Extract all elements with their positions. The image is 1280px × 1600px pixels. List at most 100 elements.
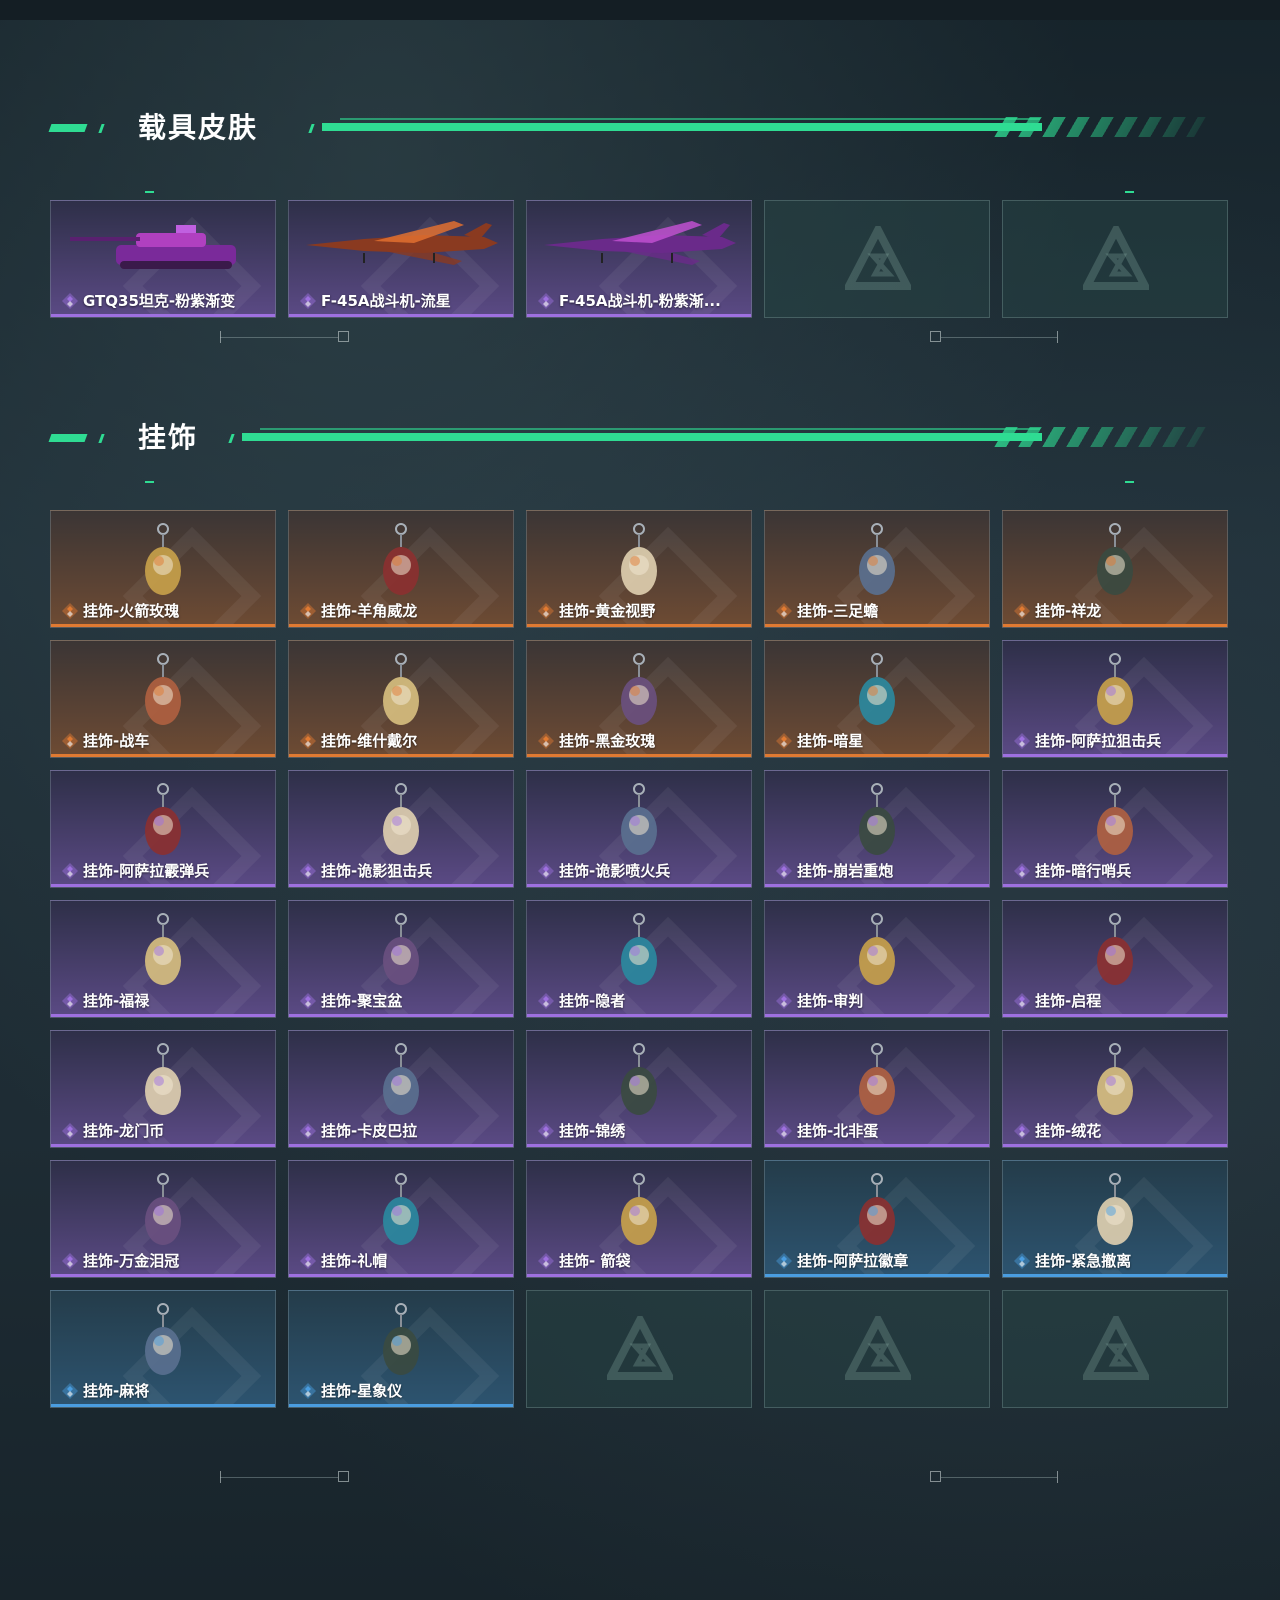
pendant-thumbnail-icon [383,1043,419,1115]
pendant-card[interactable]: 挂饰-启程 [1002,900,1228,1018]
vehicle-skin-card[interactable]: F-45A战斗机-粉紫渐... [526,200,752,318]
pendant-card[interactable]: 挂饰-卡皮巴拉 [288,1030,514,1148]
card-label-text: 挂饰-崩岩重炮 [797,862,894,880]
pendant-thumbnail-icon [621,1043,657,1115]
card-label: 挂饰-锦绣 [537,1120,625,1141]
decorative-ruler [220,1471,1060,1485]
header-accent-line [340,118,1040,120]
rarity-diamond-icon [538,732,554,749]
header-accent [48,124,88,132]
rarity-strip [289,1144,513,1147]
pendant-card[interactable]: 挂饰-崩岩重炮 [764,770,990,888]
pendant-card[interactable]: 挂饰-绒花 [1002,1030,1228,1148]
rarity-strip [765,1274,989,1277]
pendant-card[interactable]: 挂饰- 箭袋 [526,1160,752,1278]
pendant-card[interactable]: 挂饰-星象仪 [288,1290,514,1408]
ruler-square [930,331,941,342]
rarity-strip [765,624,989,627]
pendant-card[interactable]: 挂饰-聚宝盆 [288,900,514,1018]
pendant-card[interactable]: 挂饰-祥龙 [1002,510,1228,628]
pendant-thumbnail-icon [859,783,895,855]
empty-slot[interactable] [526,1290,752,1408]
rarity-strip [289,754,513,757]
pendant-card[interactable]: 挂饰-黑金玫瑰 [526,640,752,758]
rarity-diamond-icon [538,292,554,309]
card-label-text: F-45A战斗机-流星 [321,292,451,310]
pendant-thumbnail-icon [621,523,657,595]
rarity-strip [527,1274,751,1277]
pendant-card[interactable]: 挂饰-阿萨拉狙击兵 [1002,640,1228,758]
pendant-thumbnail-icon [383,1173,419,1245]
pendant-card[interactable]: 挂饰-诡影喷火兵 [526,770,752,888]
rarity-diamond-icon [300,1382,316,1399]
section-title: 挂饰 [138,421,199,454]
header-accent [98,434,105,443]
rarity-diamond-icon [62,602,78,619]
ruler-tick [1057,331,1058,343]
card-label: F-45A战斗机-粉紫渐... [537,290,721,311]
rarity-strip [289,314,513,317]
corner-mark [1125,481,1134,483]
pendant-card[interactable]: 挂饰-三足蟾 [764,510,990,628]
rarity-strip [51,1404,275,1407]
rarity-strip [765,1014,989,1017]
pendant-card[interactable]: 挂饰-隐者 [526,900,752,1018]
rarity-diamond-icon [1014,1122,1030,1139]
ruler-tick [1057,1471,1058,1483]
pendant-card[interactable]: 挂饰-锦绣 [526,1030,752,1148]
rarity-strip [51,1014,275,1017]
pendant-thumbnail-icon [1097,653,1133,725]
pendant-card[interactable]: 挂饰-北非蛋 [764,1030,990,1148]
pendant-card[interactable]: 挂饰-维什戴尔 [288,640,514,758]
card-label: F-45A战斗机-流星 [299,290,451,311]
rarity-diamond-icon [1014,732,1030,749]
pendant-thumbnail-icon [145,1303,181,1375]
card-label: 挂饰-卡皮巴拉 [299,1120,417,1141]
rarity-diamond-icon [1014,862,1030,879]
ruler-line [941,1477,1057,1478]
pendant-thumbnail-icon [145,1043,181,1115]
pendant-card[interactable]: 挂饰-麻将 [50,1290,276,1408]
empty-slot[interactable] [1002,1290,1228,1408]
rarity-diamond-icon [300,732,316,749]
vehicle-skin-card[interactable]: F-45A战斗机-流星 [288,200,514,318]
vehicle-skin-card[interactable]: GTQ35坦克-粉紫渐变 [50,200,276,318]
pendant-card[interactable]: 挂饰-战车 [50,640,276,758]
pendant-card[interactable]: 挂饰-暗星 [764,640,990,758]
pendant-card[interactable]: 挂饰-黄金视野 [526,510,752,628]
fighter-jet-icon [306,221,498,265]
pendant-card[interactable]: 挂饰-阿萨拉徽章 [764,1160,990,1278]
rarity-strip [1003,754,1227,757]
pendant-card[interactable]: 挂饰-诡影狙击兵 [288,770,514,888]
pendant-card[interactable]: 挂饰-羊角威龙 [288,510,514,628]
pendant-card[interactable]: 挂饰-紧急撤离 [1002,1160,1228,1278]
card-label-text: 挂饰-启程 [1035,992,1102,1010]
empty-slot[interactable] [1002,200,1228,318]
pendant-card[interactable]: 挂饰-阿萨拉霰弹兵 [50,770,276,888]
empty-slot[interactable] [764,200,990,318]
rarity-diamond-icon [538,1122,554,1139]
pendant-card[interactable]: 挂饰-龙门币 [50,1030,276,1148]
card-label-text: 挂饰-黄金视野 [559,602,656,620]
empty-slot[interactable] [764,1290,990,1408]
card-label-text: 挂饰-祥龙 [1035,602,1102,620]
pendant-thumbnail-icon [1097,1043,1133,1115]
card-label: 挂饰-北非蛋 [775,1120,878,1141]
card-label: 挂饰-阿萨拉徽章 [775,1250,908,1271]
ruler-line [220,1477,338,1478]
header-accent [98,124,105,133]
card-label-text: 挂饰-阿萨拉霰弹兵 [83,862,210,880]
pendant-card[interactable]: 挂饰-审判 [764,900,990,1018]
pendant-card[interactable]: 挂饰-福禄 [50,900,276,1018]
card-label-text: 挂饰-暗星 [797,732,864,750]
rarity-strip [51,314,275,317]
card-label: 挂饰-维什戴尔 [299,730,417,751]
pendant-card[interactable]: 挂饰-火箭玫瑰 [50,510,276,628]
rarity-diamond-icon [538,1252,554,1269]
pendant-card[interactable]: 挂饰-礼帽 [288,1160,514,1278]
card-label-text: 挂饰-维什戴尔 [321,732,418,750]
pendant-card[interactable]: 挂饰-暗行哨兵 [1002,770,1228,888]
pendant-card[interactable]: 挂饰-万金泪冠 [50,1160,276,1278]
placeholder-logo-icon [845,1316,911,1380]
pendant-thumbnail-icon [621,783,657,855]
